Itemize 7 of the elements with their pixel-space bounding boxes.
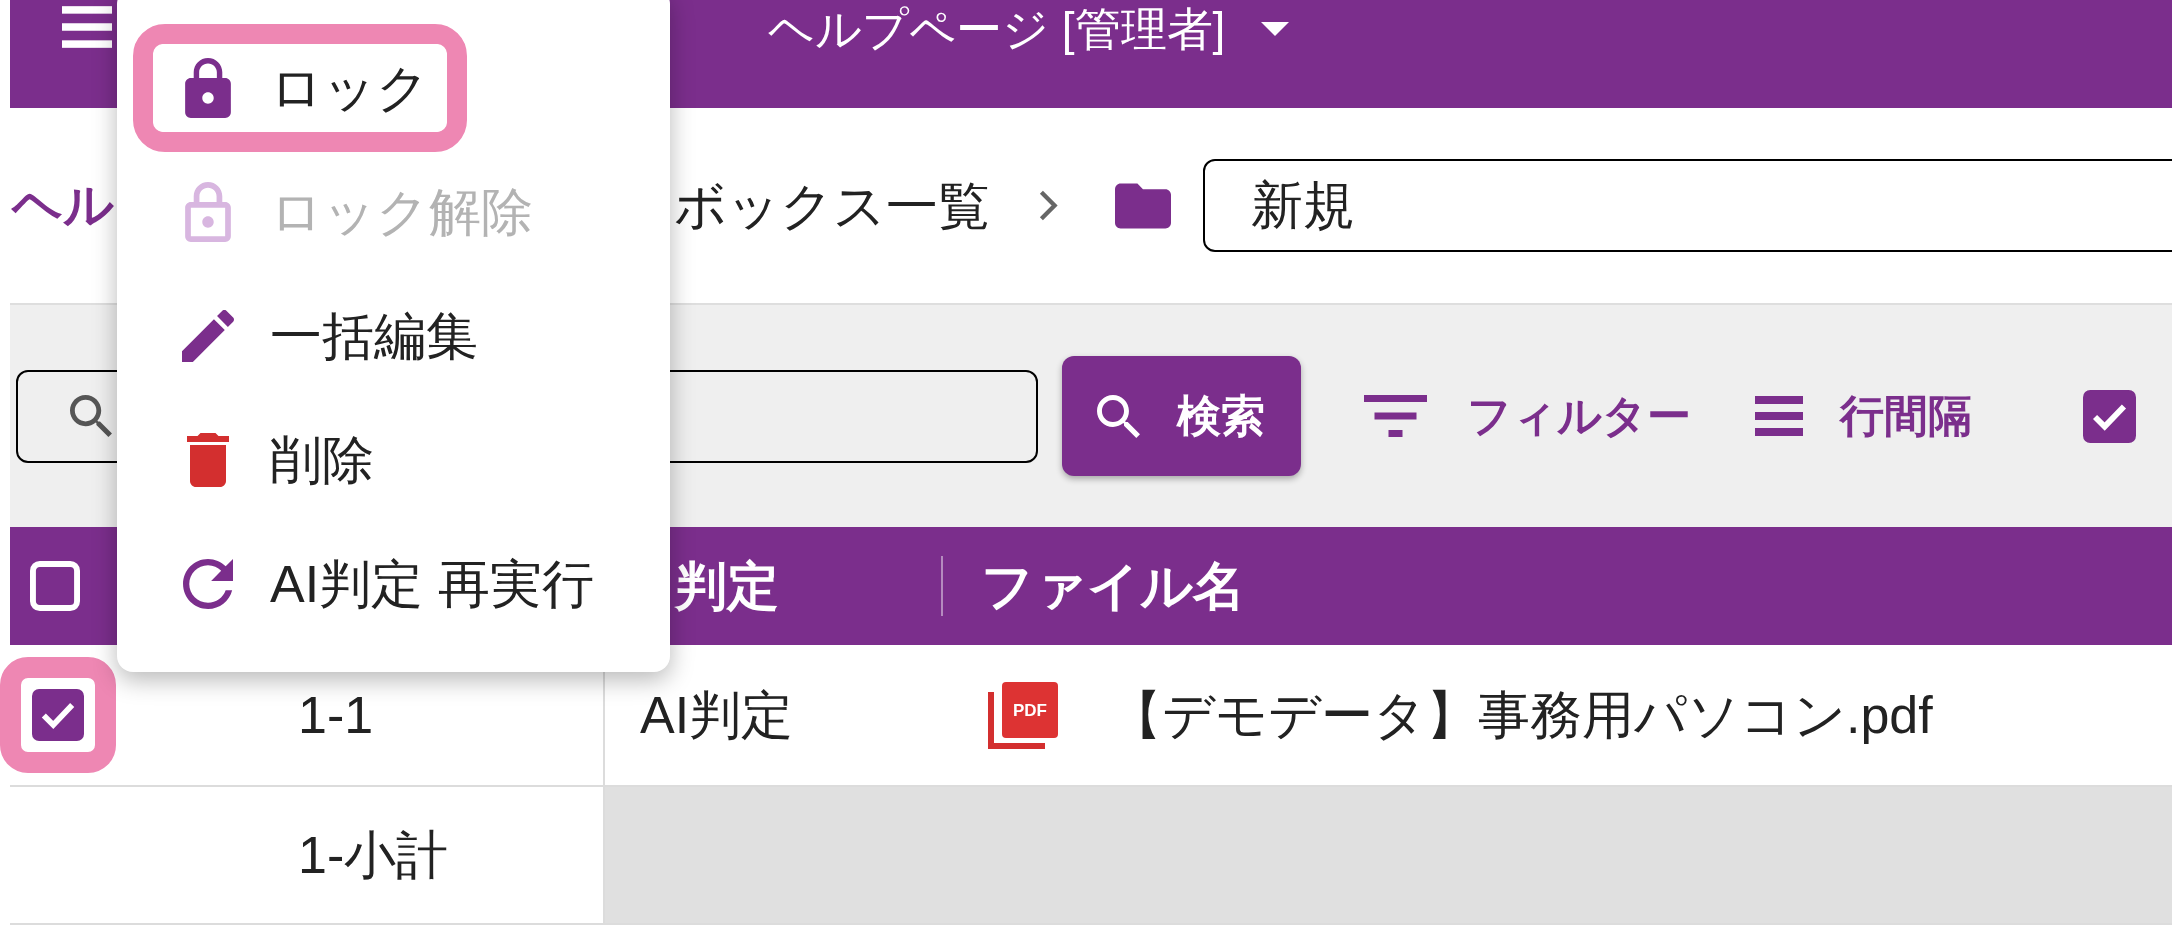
table-cell-text: 1-1	[298, 685, 374, 746]
table-cell-text: 1-小計	[298, 825, 449, 886]
table-cell-text: AI判定	[640, 685, 794, 746]
breadcrumb-item: ボックス一覧	[674, 175, 990, 237]
column-header: ファイル名	[981, 556, 1245, 617]
column-header: 判定	[675, 556, 779, 617]
file-name: 【デモデータ】事務用パソコン.pdf	[1110, 685, 1933, 746]
